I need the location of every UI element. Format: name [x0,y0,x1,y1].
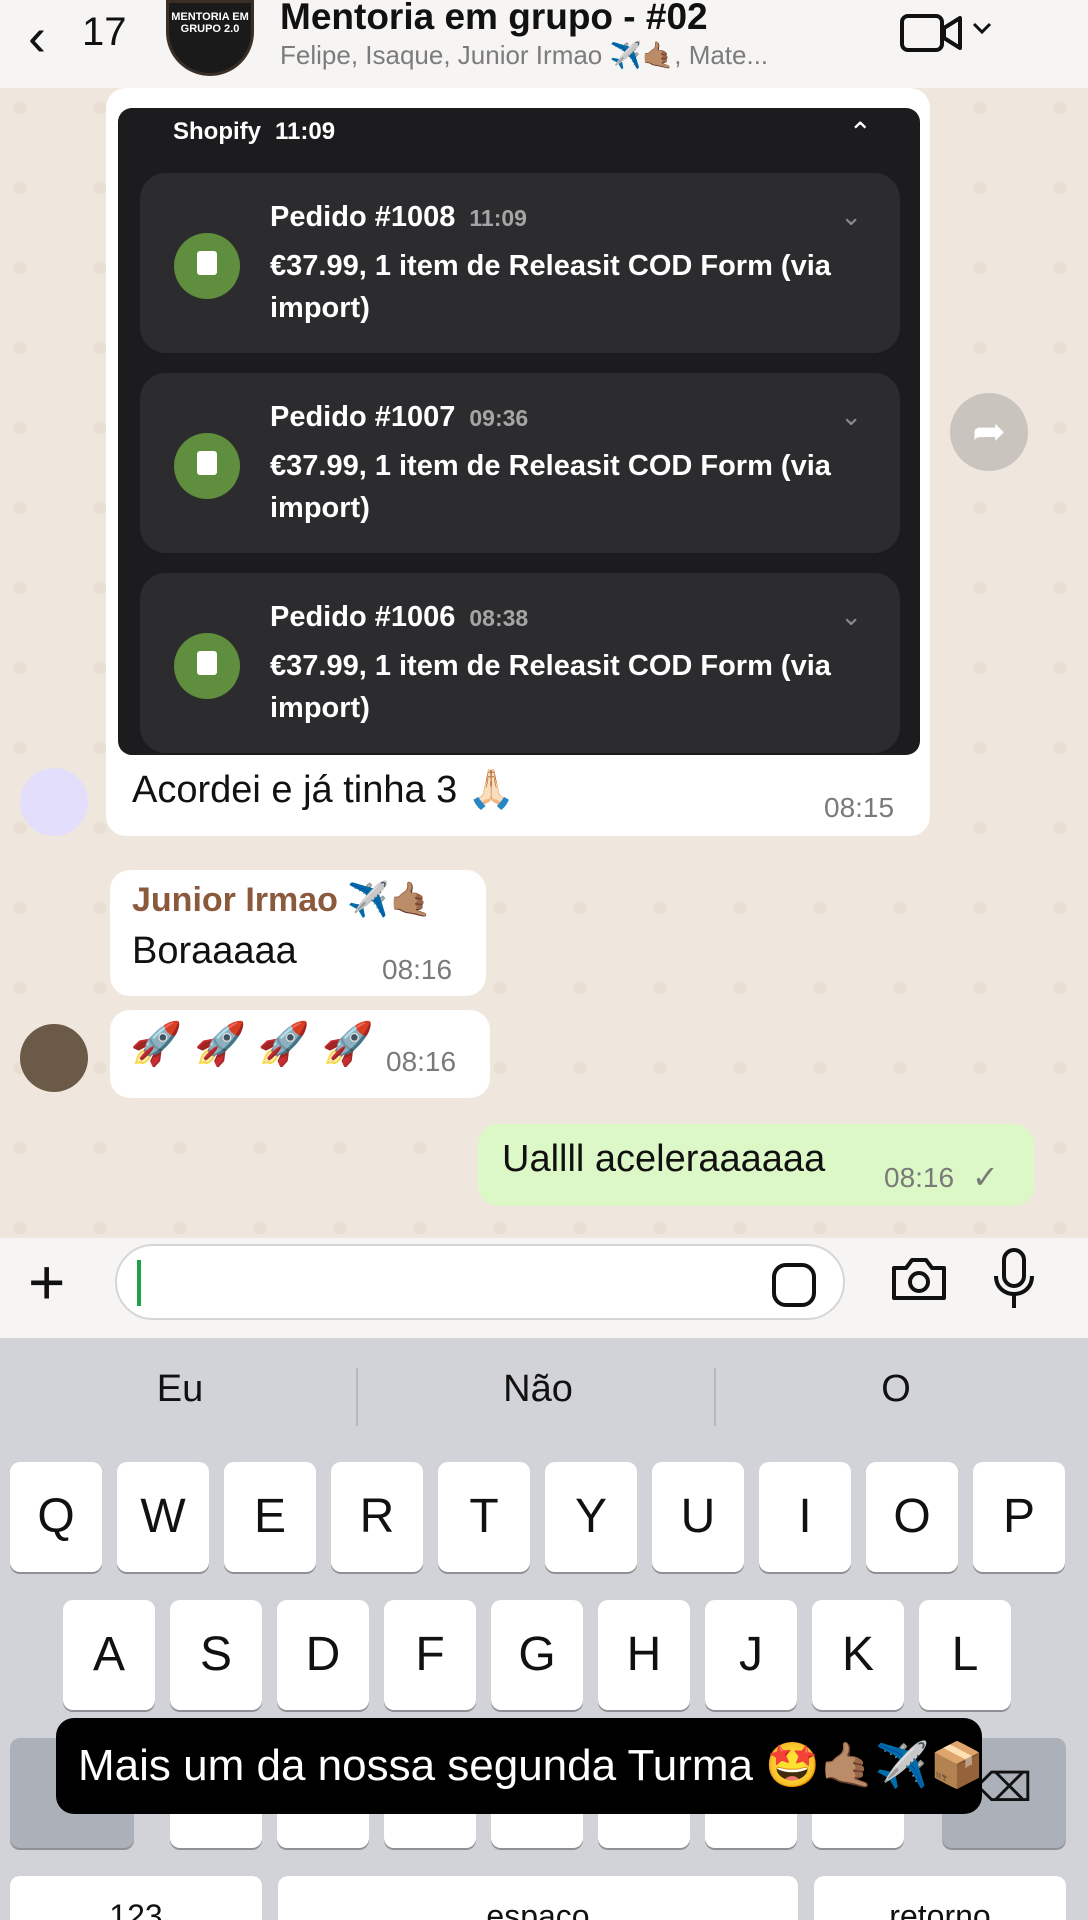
key[interactable]: P [973,1462,1065,1572]
sender-name[interactable]: Junior Irmao ✈️🤙🏽 [132,880,432,920]
notification-body: €37.99, 1 item de Releasit COD Form (via… [270,250,831,324]
shopify-screenshot[interactable]: Shopify 11:09 ⌃ Pedido #1008 11:09 €37.99,… [118,108,920,755]
chevron-down-icon: ⌄ [840,601,862,631]
key[interactable]: W [117,1462,209,1572]
microphone-icon[interactable] [990,1248,1038,1312]
chevron-down-icon: ⌄ [840,401,862,431]
video-call-icon[interactable] [900,12,964,54]
shopify-bag-icon [174,633,240,699]
chat-header: ‹ 17 MENTORIA EM GRUPO 2.0 Mentoria em g… [0,0,1088,88]
key[interactable]: O [866,1462,958,1572]
message-time: 08:16 [884,1162,955,1193]
message-text: 🚀 🚀 🚀 🚀 [130,1020,375,1067]
shopify-time: 11:09 [275,118,336,145]
notification-body: €37.99, 1 item de Releasit COD Form (via… [270,650,831,724]
key[interactable]: Y [545,1462,637,1572]
sender-avatar[interactable] [20,768,88,836]
suggestion-1[interactable]: Eu [30,1368,330,1411]
message-text: Boraaaaa [132,930,297,972]
notification-time: 11:09 [469,205,527,231]
suggestion-divider [356,1368,358,1426]
notification-card: Pedido #1007 09:36 €37.99, 1 item de Rele… [140,373,900,553]
key[interactable]: F [384,1600,476,1710]
group-title[interactable]: Mentoria em grupo - #02 [280,0,708,38]
forward-icon[interactable]: ➦ [950,393,1028,471]
message-input-bar: + [0,1238,1088,1338]
numbers-key[interactable]: 123 [10,1876,262,1920]
message-time: 08:16 [382,954,453,985]
keyboard: Eu Não O Q W E R T Y U I O P A S D F G H… [0,1338,1088,1920]
key[interactable]: H [598,1600,690,1710]
notification-card: Pedido #1006 08:38 €37.99, 1 item de Rele… [140,573,900,753]
notification-time: 09:36 [469,405,529,431]
back-chevron-icon[interactable]: ‹ [28,10,46,64]
suggestion-divider [714,1368,716,1426]
space-key[interactable]: espaço [278,1876,798,1920]
message-time: 08:15 [824,792,895,823]
text-caret [137,1260,141,1306]
chat-area[interactable]: Shopify 11:09 ⌃ Pedido #1008 11:09 €37.99,… [0,88,1088,1238]
key[interactable]: I [759,1462,851,1572]
suggestion-3[interactable]: O [746,1368,1046,1411]
shopify-header: Shopify 11:09 [173,118,335,146]
unread-count[interactable]: 17 [82,12,127,52]
key[interactable]: U [652,1462,744,1572]
key[interactable]: J [705,1600,797,1710]
shopify-bag-icon [174,433,240,499]
plus-icon[interactable]: + [28,1250,65,1314]
sent-check-icon: ✓ [972,1159,999,1195]
notification-title: Pedido #1008 11:09 [270,201,527,233]
group-avatar[interactable]: MENTORIA EM GRUPO 2.0 [166,0,254,76]
chevron-down-icon: ⌄ [840,201,862,231]
message-input[interactable] [115,1244,845,1320]
notification-time: 08:38 [469,605,529,631]
message-time: 08:16 [386,1046,457,1077]
notification-body: €37.99, 1 item de Releasit COD Form (via… [270,450,831,524]
group-members[interactable]: Felipe, Isaque, Junior Irmao ✈️🤙🏽, Mate.… [280,40,768,71]
group-avatar-label: MENTORIA EM GRUPO 2.0 [171,11,249,35]
suggestion-2[interactable]: Não [388,1368,688,1411]
return-key[interactable]: retorno [814,1876,1066,1920]
key[interactable]: R [331,1462,423,1572]
key[interactable]: T [438,1462,530,1572]
shopify-bag-icon [174,233,240,299]
key[interactable]: L [919,1600,1011,1710]
notification-title: Pedido #1007 09:36 [270,401,529,433]
sticker-icon[interactable] [772,1263,816,1307]
key[interactable]: K [812,1600,904,1710]
chevron-down-icon[interactable] [970,16,994,40]
notification-card: Pedido #1008 11:09 €37.99, 1 item de Rele… [140,173,900,353]
key[interactable]: E [224,1462,316,1572]
key[interactable]: G [491,1600,583,1710]
camera-icon[interactable] [890,1256,948,1302]
message-text: Uallll aceleraaaaaa [502,1138,826,1180]
key[interactable]: Q [10,1462,102,1572]
key[interactable]: A [63,1600,155,1710]
key[interactable]: S [170,1600,262,1710]
message-text: Acordei e já tinha 3 🙏🏻 [132,769,516,811]
chevron-up-icon: ⌃ [848,117,872,148]
key[interactable]: D [277,1600,369,1710]
notification-title: Pedido #1006 08:38 [270,601,529,633]
caption-overlay: Mais um da nossa segunda Turma 🤩🤙🏽✈️📦 [56,1718,984,1814]
sender-avatar[interactable] [20,1024,88,1092]
shopify-app-name: Shopify [173,118,261,145]
